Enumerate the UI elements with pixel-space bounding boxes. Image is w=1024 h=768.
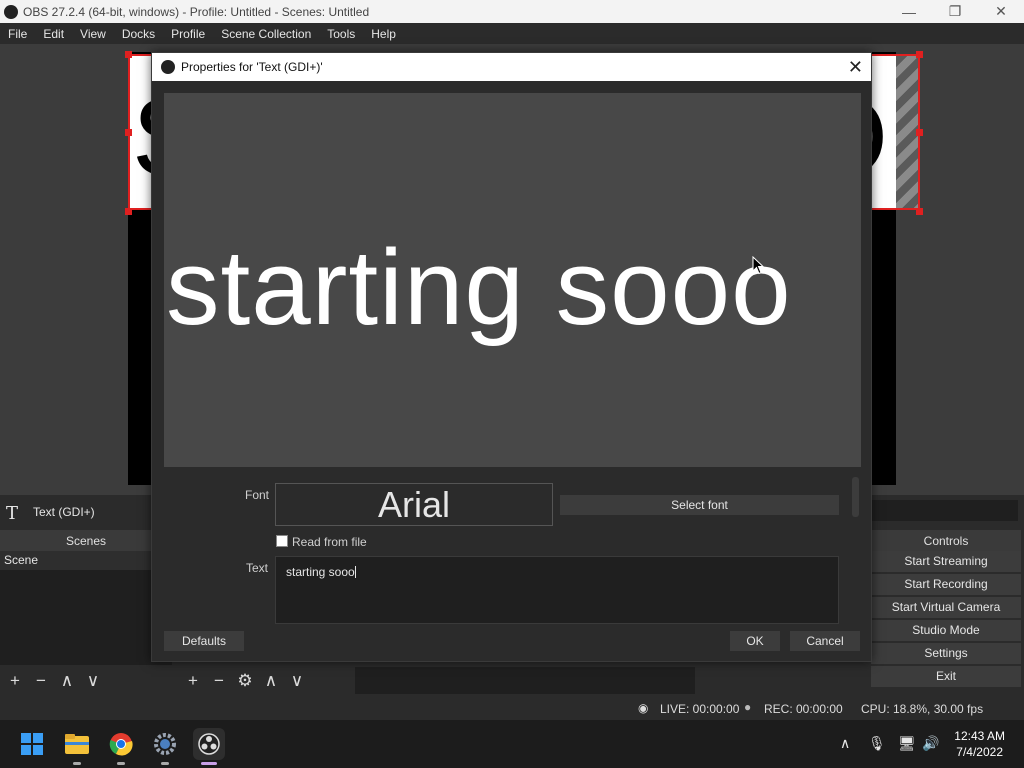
resize-handle-bl[interactable] (125, 208, 132, 215)
file-explorer-icon[interactable] (61, 728, 93, 760)
source-toolbar-field[interactable] (872, 500, 1018, 521)
properties-dialog: Properties for 'Text (GDI+)' ✕ starting … (151, 52, 872, 662)
text-label: Text (246, 561, 269, 575)
obs-app-icon (4, 4, 18, 19)
settings-running-indicator (161, 762, 169, 765)
exit-button[interactable]: Exit (871, 666, 1021, 687)
cancel-button[interactable]: Cancel (790, 631, 860, 651)
menu-help[interactable]: Help (363, 27, 404, 41)
menu-docks[interactable]: Docks (114, 27, 163, 41)
source-preview: starting sooo (164, 93, 861, 467)
add-scene-icon[interactable]: + (2, 671, 28, 691)
close-button[interactable]: ✕ (978, 0, 1024, 23)
obs-active-indicator (201, 762, 217, 765)
audio-mixer-area (355, 667, 695, 694)
start-virtual-camera-button[interactable]: Start Virtual Camera (871, 597, 1021, 618)
menu-file[interactable]: File (0, 27, 35, 41)
live-indicator-icon: ◉ (638, 701, 649, 715)
scenes-toolbar: + − ∧ ∨ (2, 667, 172, 694)
title-bar: OBS 27.2.4 (64-bit, windows) - Profile: … (0, 0, 1024, 23)
start-recording-button[interactable]: Start Recording (871, 574, 1021, 595)
font-preview: Arial (275, 483, 553, 526)
ok-button[interactable]: OK (730, 631, 780, 651)
dialog-title: Properties for 'Text (GDI+)' (181, 60, 323, 74)
status-bar: ◉ LIVE: 00:00:00 ● REC: 00:00:00 CPU: 18… (0, 697, 1024, 719)
canvas-text-stripes (896, 56, 918, 208)
menu-edit[interactable]: Edit (35, 27, 72, 41)
scenes-list[interactable]: Scene (0, 551, 172, 665)
rec-time: REC: 00:00:00 (764, 702, 843, 716)
move-scene-down-icon[interactable]: ∨ (80, 671, 106, 691)
resize-handle-br[interactable] (916, 208, 923, 215)
resize-handle-mr[interactable] (916, 129, 923, 136)
font-label: Font (245, 488, 270, 502)
network-icon[interactable]: 🖥 (898, 735, 916, 752)
chrome-icon[interactable] (105, 728, 137, 760)
windows-start-icon[interactable] (16, 728, 48, 760)
window-title: OBS 27.2.4 (64-bit, windows) - Profile: … (23, 4, 370, 19)
menu-bar: File Edit View Docks Profile Scene Colle… (0, 23, 1024, 44)
source-settings-icon[interactable]: ⚙ (232, 671, 258, 691)
settings-button[interactable]: Settings (871, 643, 1021, 664)
windows-taskbar: ∧ 🎙 🖥 🔊 12:43 AM 7/4/2022 (0, 720, 1024, 768)
remove-scene-icon[interactable]: − (28, 671, 54, 691)
read-from-file-label[interactable]: Read from file (292, 535, 367, 549)
resize-handle-ml[interactable] (125, 129, 132, 136)
system-clock[interactable]: 12:43 AM 7/4/2022 (954, 728, 1005, 760)
text-input[interactable]: starting sooo (275, 556, 839, 624)
move-source-up-icon[interactable]: ∧ (258, 671, 284, 691)
cpu-fps: CPU: 18.8%, 30.00 fps (861, 702, 984, 716)
minimize-button[interactable]: — (886, 0, 932, 23)
chevron-up-icon[interactable]: ∧ (840, 735, 850, 752)
menu-view[interactable]: View (72, 27, 114, 41)
text-caret (354, 566, 356, 578)
dialog-close-button[interactable]: ✕ (848, 57, 863, 78)
selected-source-label: Text (GDI+) (33, 505, 95, 519)
dialog-title-bar: Properties for 'Text (GDI+)' ✕ (152, 53, 871, 81)
resize-handle-tr[interactable] (916, 51, 923, 58)
studio-mode-button[interactable]: Studio Mode (871, 620, 1021, 641)
move-scene-up-icon[interactable]: ∧ (54, 671, 80, 691)
remove-source-icon[interactable]: − (206, 671, 232, 691)
move-source-down-icon[interactable]: ∨ (284, 671, 310, 691)
text-input-value: starting sooo (286, 565, 355, 579)
obs-dialog-icon (161, 60, 175, 74)
controls-dock-header: Controls (871, 530, 1021, 551)
clock-time: 12:43 AM (954, 729, 1005, 743)
preview-rendered-text: starting sooo (166, 227, 792, 347)
scene-item[interactable]: Scene (0, 551, 172, 570)
select-font-button[interactable]: Select font (560, 495, 839, 515)
mouse-cursor-icon (752, 256, 764, 275)
controls-panel: Start Streaming Start Recording Start Vi… (871, 551, 1021, 692)
sources-toolbar: + − ⚙ ∧ ∨ (180, 667, 350, 694)
restore-button[interactable]: ❐ (932, 0, 978, 23)
microphone-icon[interactable]: 🎙 (868, 735, 886, 752)
menu-profile[interactable]: Profile (163, 27, 213, 41)
defaults-button[interactable]: Defaults (164, 631, 244, 651)
resize-handle-tl[interactable] (125, 51, 132, 58)
live-time: LIVE: 00:00:00 (660, 702, 740, 716)
rec-indicator-icon: ● (744, 700, 752, 714)
scenes-dock-header: Scenes (0, 530, 172, 551)
clock-date: 7/4/2022 (956, 745, 1003, 759)
read-from-file-checkbox[interactable] (276, 535, 288, 547)
menu-scene-collection[interactable]: Scene Collection (213, 27, 319, 41)
menu-tools[interactable]: Tools (319, 27, 363, 41)
explorer-running-indicator (73, 762, 81, 765)
volume-icon[interactable]: 🔊 (922, 735, 939, 752)
chrome-running-indicator (117, 762, 125, 765)
start-streaming-button[interactable]: Start Streaming (871, 551, 1021, 572)
text-source-icon: T (6, 503, 19, 524)
add-source-icon[interactable]: + (180, 671, 206, 691)
settings-icon[interactable] (149, 728, 181, 760)
obs-icon[interactable] (193, 728, 225, 760)
properties-scrollbar[interactable] (852, 477, 859, 517)
